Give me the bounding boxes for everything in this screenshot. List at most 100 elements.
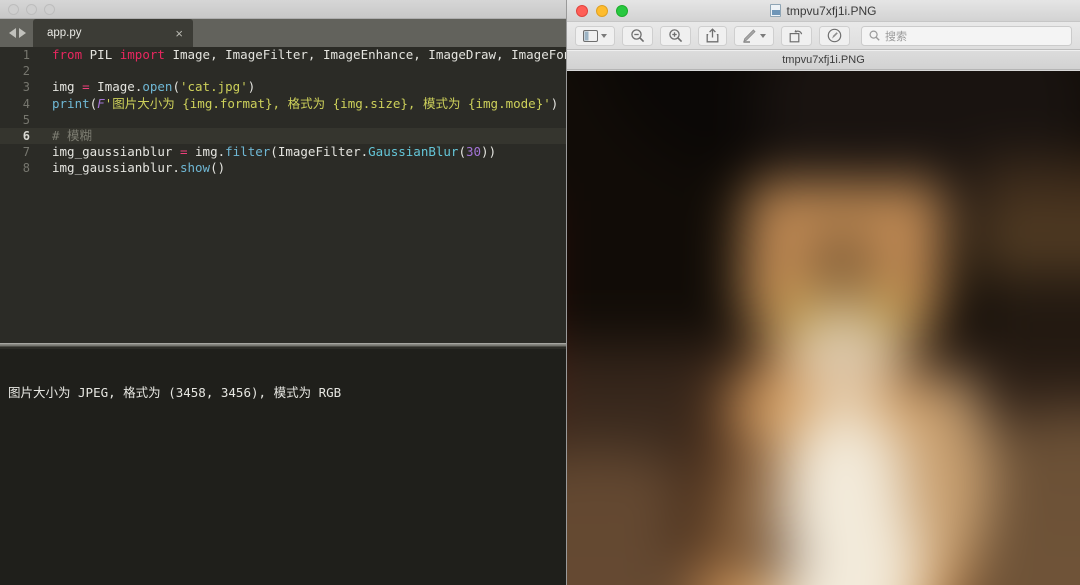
image-file-icon — [770, 4, 782, 17]
annotate-button[interactable] — [819, 25, 850, 46]
code-token: GaussianBlur — [368, 144, 459, 160]
preview-toolbar: 搜索 — [567, 22, 1080, 50]
code-token: ) — [550, 95, 559, 111]
zoom-out-icon — [631, 29, 645, 43]
preview-title-group: tmpvu7xfj1i.PNG — [567, 4, 1080, 18]
code-token: )) — [481, 144, 497, 160]
splitter-grip[interactable] — [0, 343, 566, 347]
chevron-down-icon[interactable] — [601, 33, 607, 38]
preview-window: tmpvu7xfj1i.PNG 搜索 tmpvu7xfj1i.PNG — [566, 0, 1080, 585]
rotate-button[interactable] — [781, 25, 812, 46]
code-line[interactable]: 1 from PIL import Image, ImageFilter, Ima… — [0, 47, 566, 63]
close-icon[interactable] — [8, 3, 19, 15]
code-token: () — [210, 160, 226, 176]
forward-arrow-icon[interactable] — [19, 28, 26, 38]
code-token: ( — [458, 144, 466, 160]
zoom-out-button[interactable] — [622, 25, 653, 46]
code-token: img_gaussianblur — [52, 144, 173, 160]
code-token: 'cat.jpg' — [179, 79, 248, 95]
code-text: img_gaussianblur = img.filter(ImageFilte… — [52, 144, 496, 160]
line-number: 2 — [22, 64, 30, 79]
code-token: F — [97, 95, 105, 111]
image-canvas[interactable] — [567, 71, 1080, 585]
output-line: 图片大小为 JPEG, 格式为 (3458, 3456), 模式为 RGB — [8, 385, 342, 400]
code-token: filter — [225, 144, 271, 160]
preview-filename: tmpvu7xfj1i.PNG — [782, 54, 865, 66]
code-token: . — [360, 144, 369, 160]
code-line[interactable]: 3 img = Image.open('cat.jpg') — [0, 79, 566, 95]
sidebar-icon — [583, 29, 598, 42]
code-token: ImageFilter — [277, 144, 361, 160]
back-arrow-icon[interactable] — [9, 28, 16, 38]
line-number: 3 — [22, 80, 30, 95]
code-editor-window: app.py × 1 from PIL import Image, ImageFi… — [0, 0, 566, 585]
code-token: img — [52, 79, 75, 95]
markup-button[interactable] — [734, 25, 774, 46]
code-lines: 1 from PIL import Image, ImageFilter, Ima… — [0, 47, 566, 177]
code-token: img_gaussianblur — [52, 160, 173, 176]
panel-splitter[interactable] — [0, 341, 566, 349]
tab-label: app.py — [47, 27, 82, 39]
editor-tabbar: app.py × — [0, 19, 566, 47]
tab-close-icon[interactable]: × — [161, 27, 183, 40]
line-number: 5 — [22, 112, 30, 127]
minimize-icon[interactable] — [26, 3, 37, 15]
output-panel: 图片大小为 JPEG, 格式为 (3458, 3456), 模式为 RGB — [0, 349, 566, 585]
search-field[interactable]: 搜索 — [861, 25, 1072, 46]
code-text: # 模糊 — [52, 128, 92, 144]
sidebar-toggle-button[interactable] — [575, 25, 615, 46]
screen: app.py × 1 from PIL import Image, ImageFi… — [0, 0, 1080, 585]
code-line[interactable]: 5 — [0, 112, 566, 128]
nav-arrows — [0, 19, 33, 47]
code-text: img_gaussianblur.show() — [52, 160, 225, 176]
code-token: from — [52, 47, 83, 62]
rotate-icon — [789, 29, 803, 42]
code-line[interactable]: 8 img_gaussianblur.show() — [0, 160, 566, 176]
line-number: 8 — [22, 161, 30, 176]
zoom-in-icon — [669, 29, 683, 43]
code-line[interactable]: 6 # 模糊 — [0, 127, 566, 145]
line-number: 6 — [22, 128, 30, 143]
code-token: ( — [172, 79, 180, 95]
code-token: show — [179, 160, 211, 176]
code-text: from PIL import Image, ImageFilter, Imag… — [52, 47, 566, 63]
code-line[interactable]: 4 print(F'图片大小为 {img.format}, 格式为 {img.si… — [0, 96, 566, 112]
pen-icon — [743, 28, 756, 43]
chevron-down-icon[interactable] — [760, 33, 766, 38]
blurred-cat-photo — [567, 71, 1080, 585]
code-token: Image — [97, 79, 135, 95]
editor-titlebar — [0, 0, 566, 19]
zoom-in-button[interactable] — [660, 25, 691, 46]
code-token: Image, ImageFilter, ImageEnhance, ImageD… — [172, 47, 566, 62]
search-icon — [869, 30, 880, 41]
share-icon — [706, 28, 719, 43]
code-token: # 模糊 — [52, 127, 93, 143]
tab-app-py[interactable]: app.py × — [33, 19, 193, 47]
code-token: img — [195, 144, 218, 160]
annotate-icon — [827, 28, 842, 43]
code-token: . — [172, 160, 180, 176]
search-placeholder: 搜索 — [885, 30, 907, 43]
line-number: 7 — [22, 145, 30, 160]
code-token: . — [217, 144, 226, 160]
code-area[interactable]: 1 from PIL import Image, ImageFilter, Ima… — [0, 47, 566, 341]
code-token: ) — [247, 79, 256, 95]
code-token: PIL — [89, 47, 113, 62]
code-line[interactable]: 2 — [0, 63, 566, 79]
preview-titlebar: tmpvu7xfj1i.PNG — [567, 0, 1080, 22]
code-token: '图片大小为 {img.format}, 格式为 {img.size}, 模式为… — [104, 95, 551, 111]
code-token: ( — [270, 144, 278, 160]
line-number: 4 — [22, 96, 30, 111]
zoom-icon[interactable] — [44, 3, 55, 15]
code-token: 30 — [465, 144, 482, 160]
code-token: = — [82, 79, 90, 95]
code-line[interactable]: 7 img_gaussianblur = img.filter(ImageFilt… — [0, 144, 566, 160]
share-button[interactable] — [698, 25, 727, 46]
preview-title: tmpvu7xfj1i.PNG — [786, 3, 877, 18]
code-token: import — [119, 47, 165, 62]
